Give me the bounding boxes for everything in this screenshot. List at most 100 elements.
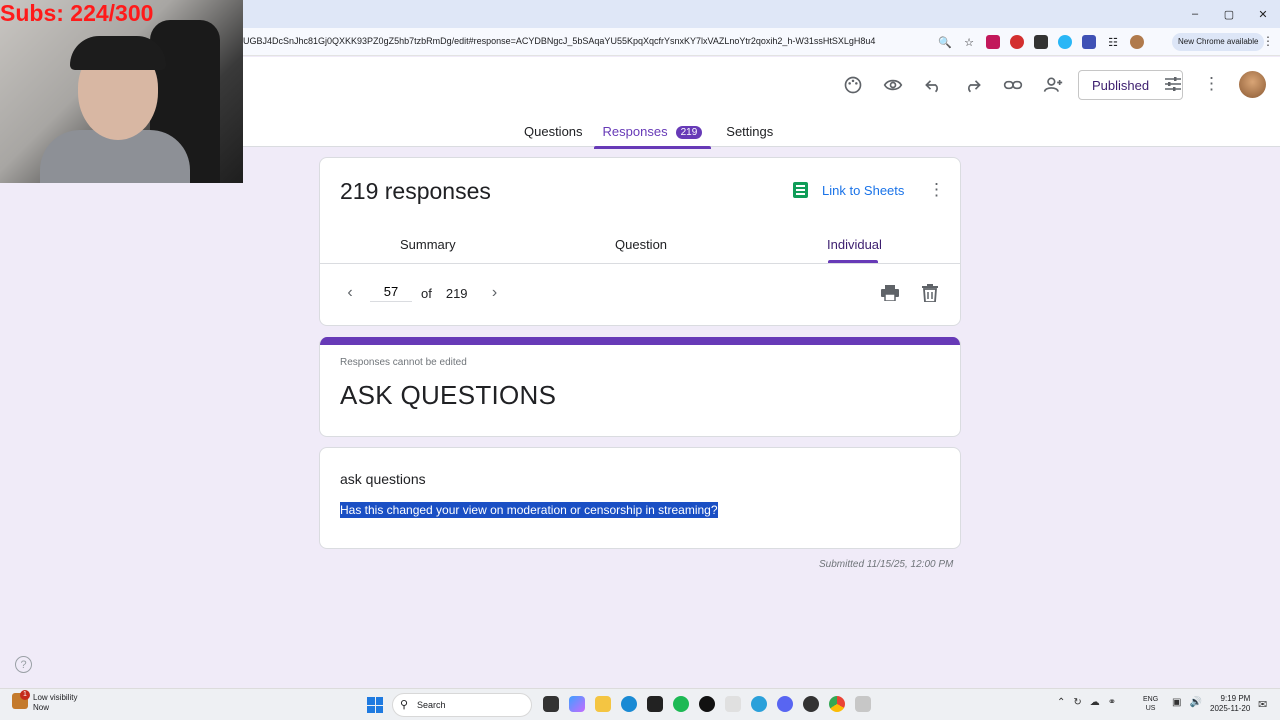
next-response-icon[interactable]: ›: [485, 284, 505, 302]
question-response-card: ask questions Has this changed your view…: [319, 447, 961, 549]
form-title: ASK QUESTIONS: [340, 380, 557, 410]
extensions-puzzle-icon[interactable]: ☷: [1104, 33, 1122, 51]
snipping-tool-icon[interactable]: [855, 696, 871, 712]
system-tray: ⌃ ↻ ☁ ⚭: [1057, 697, 1116, 708]
spotify-icon[interactable]: [673, 696, 689, 712]
tab-label: Responses: [602, 124, 668, 139]
file-explorer-icon[interactable]: [595, 696, 611, 712]
taskbar-search-label: Search: [417, 700, 446, 710]
link-icon[interactable]: [998, 73, 1028, 97]
mic-icon[interactable]: ⚭: [1108, 697, 1116, 708]
windows-taskbar: 1 Low visibility Now ⚲ Search ⌃ ↻ ☁ ⚭ EN…: [0, 688, 1280, 720]
responses-summary-card: 219 responses Link to Sheets ⋮ Summary Q…: [319, 157, 961, 326]
answer-text: Has this changed your view on moderation…: [340, 502, 718, 518]
tab-settings[interactable]: Settings: [726, 124, 773, 149]
header-toolbar: [838, 73, 1068, 97]
link-to-sheets-label: Link to Sheets: [822, 182, 905, 198]
zoom-icon[interactable]: 🔍: [936, 33, 954, 51]
clock-time: 9:19 PM: [1220, 694, 1251, 703]
window-controls: – ▢ ✕: [1178, 0, 1280, 28]
weather-icon: 1: [12, 690, 30, 709]
tune-icon: [1165, 76, 1182, 94]
previous-response-icon[interactable]: ‹: [340, 284, 360, 302]
input-language[interactable]: ENG US: [1143, 695, 1158, 713]
status-icons: ▣ 🔊: [1172, 697, 1202, 708]
response-number-input[interactable]: [370, 284, 412, 302]
form-accent-bar: [320, 337, 960, 345]
subtab-individual[interactable]: Individual: [827, 237, 882, 252]
weather-badge: 1: [20, 690, 30, 700]
app-icon[interactable]: [699, 696, 715, 712]
bookmark-star-icon[interactable]: ☆: [960, 33, 978, 51]
sync-icon[interactable]: ↻: [1073, 697, 1081, 708]
delete-trash-icon[interactable]: [922, 284, 938, 302]
undo-icon[interactable]: [918, 73, 948, 97]
discord-icon[interactable]: [777, 696, 793, 712]
responses-not-editable-notice: Responses cannot be edited: [340, 357, 467, 368]
cloud-icon[interactable]: ☁: [1090, 697, 1100, 708]
more-options-icon[interactable]: ⋮: [1203, 74, 1220, 94]
tab-label: Settings: [726, 124, 774, 139]
responses-count-badge: 219: [675, 126, 703, 139]
lang-line2: US: [1145, 705, 1156, 712]
of-label: of: [421, 285, 432, 301]
total-responses: 219: [445, 285, 468, 301]
responses-more-icon[interactable]: ⋮: [928, 180, 945, 200]
notification-bell-icon[interactable]: ✉: [1258, 698, 1267, 711]
volume-icon[interactable]: 🔊: [1189, 697, 1201, 708]
redo-icon[interactable]: [958, 73, 988, 97]
add-collaborator-icon[interactable]: [1038, 73, 1068, 97]
taskbar-search[interactable]: ⚲ Search: [392, 693, 532, 717]
streamer-cap: [70, 36, 166, 70]
weather-title: Low visibility: [33, 693, 78, 702]
question-title: ask questions: [340, 471, 426, 487]
task-view-icon[interactable]: [543, 696, 559, 712]
clock-date: 2025-11-20: [1210, 704, 1251, 713]
tab-questions[interactable]: Questions: [524, 124, 583, 149]
close-window-button[interactable]: ✕: [1246, 0, 1280, 28]
form-title-card: Responses cannot be edited ASK QUESTIONS: [319, 337, 961, 437]
link-to-sheets-button[interactable]: Link to Sheets: [793, 182, 904, 198]
tab-label: Questions: [524, 124, 583, 139]
extension-icon[interactable]: [1080, 33, 1098, 51]
published-label: Published: [1092, 77, 1150, 93]
new-chrome-available-button[interactable]: New Chrome available: [1172, 33, 1265, 51]
minimize-button[interactable]: –: [1178, 0, 1212, 28]
app-icon[interactable]: [803, 696, 819, 712]
maximize-button[interactable]: ▢: [1212, 0, 1246, 28]
telegram-icon[interactable]: [751, 696, 767, 712]
tab-responses[interactable]: Responses 219: [593, 124, 711, 149]
profile-icon[interactable]: [1128, 33, 1146, 51]
submitted-timestamp: Submitted 11/15/25, 12:00 PM: [819, 559, 954, 570]
extension-icon[interactable]: [984, 33, 1002, 51]
weather-widget[interactable]: 1 Low visibility Now: [12, 690, 78, 713]
subs-counter: Subs: 224/300: [0, 0, 154, 26]
copilot-icon[interactable]: [569, 696, 585, 712]
avatar[interactable]: [1239, 71, 1266, 98]
lang-line1: ENG: [1143, 696, 1159, 703]
published-button[interactable]: Published: [1078, 70, 1183, 100]
tray-chevron-icon[interactable]: ⌃: [1057, 697, 1065, 708]
edge-icon[interactable]: [621, 696, 637, 712]
response-pager: ‹ of 219 ›: [340, 284, 505, 302]
app-icon[interactable]: [647, 696, 663, 712]
start-button[interactable]: [367, 697, 383, 713]
chrome-menu-icon[interactable]: ⋮: [1262, 34, 1274, 48]
search-icon: ⚲: [400, 699, 409, 711]
clock[interactable]: 9:19 PM 2025-11-20: [1210, 694, 1250, 714]
help-icon[interactable]: ?: [15, 656, 32, 673]
extension-icon[interactable]: [1056, 33, 1074, 51]
preview-eye-icon[interactable]: [878, 73, 908, 97]
weather-subtitle: Now: [33, 703, 50, 712]
extension-icon[interactable]: [1032, 33, 1050, 51]
app-icon[interactable]: [725, 696, 741, 712]
display-icon[interactable]: ▣: [1172, 697, 1181, 708]
print-icon[interactable]: [881, 285, 899, 301]
subtab-summary[interactable]: Summary: [400, 237, 456, 252]
palette-icon[interactable]: [838, 73, 868, 97]
responses-count-title: 219 responses: [340, 178, 491, 204]
extension-icon[interactable]: [1008, 33, 1026, 51]
address-bar-url[interactable]: UGBJ4DcSnJhc81Gj0QXKK93PZ0gZ5hb7tzbRmDg/…: [243, 36, 875, 46]
subtab-question[interactable]: Question: [615, 237, 667, 252]
chrome-icon[interactable]: [829, 696, 845, 712]
